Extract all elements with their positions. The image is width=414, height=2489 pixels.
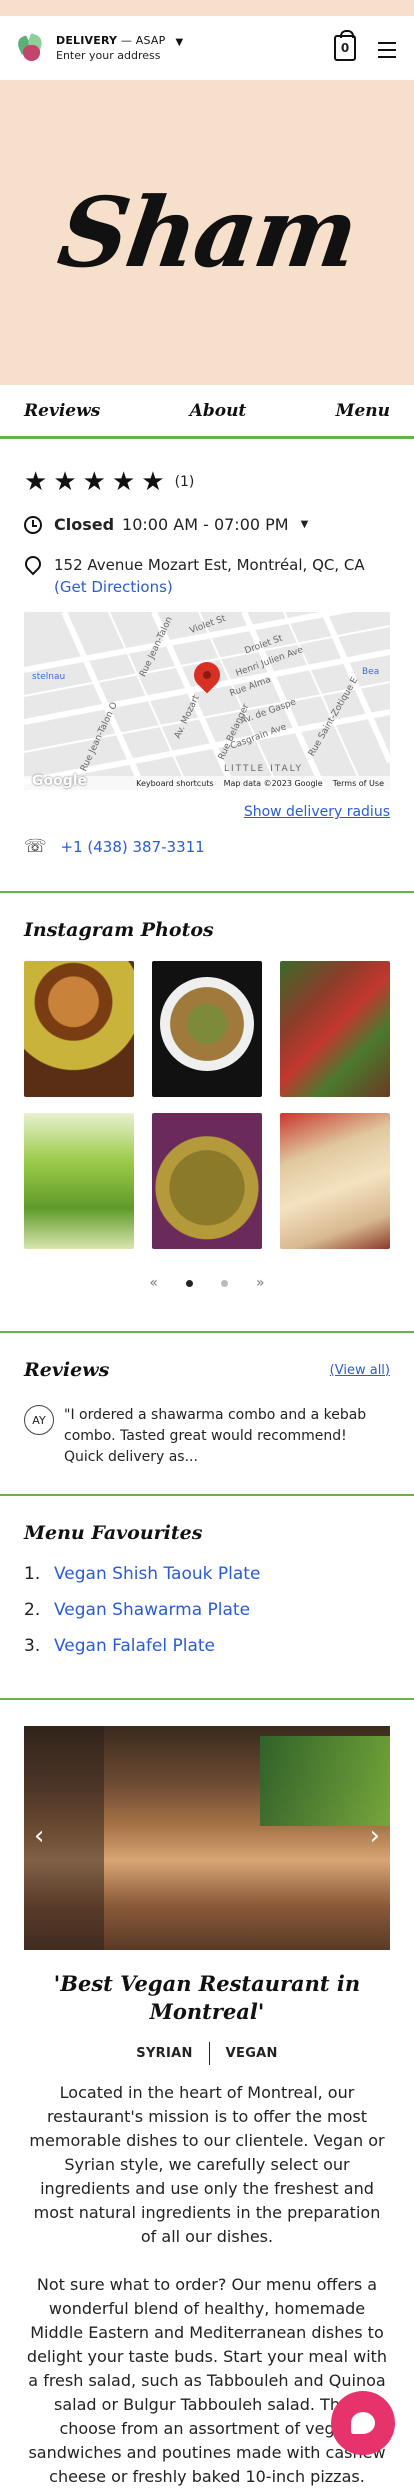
location-map[interactable]: stelnau Bea Rue Jean-Talon Av. Mozart Ru…: [24, 612, 390, 790]
kebab-photo[interactable]: [280, 961, 390, 1097]
favourite-link[interactable]: Vegan Shish Taouk Plate: [54, 1564, 260, 1584]
cuisine-tags: SYRIAN VEGAN: [0, 2042, 414, 2065]
star-icon: ★: [111, 467, 136, 497]
address: 152 Avenue Mozart Est, Montréal, QC, CA …: [24, 554, 390, 598]
avatar: AY: [24, 1405, 54, 1435]
map-label: stelnau: [32, 672, 66, 682]
reviews-title: Reviews: [24, 1359, 110, 1381]
review-text: "I ordered a shawarma combo and a kebab …: [64, 1407, 367, 1465]
menu-icon[interactable]: [378, 42, 396, 63]
google-logo: Google: [32, 773, 88, 789]
phone: ☏ +1 (438) 387-3311: [24, 836, 390, 857]
favourite-link[interactable]: Vegan Shawarma Plate: [54, 1600, 250, 1620]
tagine-photo[interactable]: [24, 961, 134, 1097]
info-section: ★ ★ ★ ★ ★ (1) Closed 10:00 AM - 07:00 PM…: [0, 469, 414, 857]
review-item[interactable]: AY "I ordered a shawarma combo and a keb…: [24, 1405, 390, 1468]
carousel-next-button[interactable]: »: [256, 1275, 265, 1291]
star-icon: ★: [24, 467, 48, 497]
instagram-title: Instagram Photos: [24, 919, 214, 941]
keyboard-shortcuts-link[interactable]: Keyboard shortcuts: [136, 779, 213, 788]
favourites-list: 1. Vegan Shish Taouk Plate 2. Vegan Shaw…: [24, 1564, 390, 1656]
carousel-dot[interactable]: [186, 1279, 193, 1287]
chevron-left-icon[interactable]: ‹: [34, 1821, 44, 1851]
brand-logo-icon[interactable]: [15, 33, 46, 63]
chevron-right-icon[interactable]: ›: [370, 1821, 380, 1851]
reviews-section: Reviews (View all) AY "I ordered a shawa…: [0, 1333, 414, 1468]
chevron-down-icon[interactable]: ▼: [301, 519, 309, 530]
chat-bubble-icon: [351, 2412, 375, 2434]
instagram-section: Instagram Photos « »: [0, 893, 414, 1291]
list-item: 1. Vegan Shish Taouk Plate: [24, 1564, 261, 1584]
carousel-controls: « »: [24, 1275, 390, 1291]
tab-about[interactable]: About: [190, 401, 247, 421]
clock-icon: [24, 515, 42, 534]
opening-hours[interactable]: Closed 10:00 AM - 07:00 PM ▼: [24, 515, 390, 534]
terms-link[interactable]: Terms of Use: [333, 779, 384, 788]
wrap-photo[interactable]: [280, 1113, 390, 1249]
star-icon: ★: [141, 467, 165, 497]
address-text: 152 Avenue Mozart Est, Montréal, QC, CA: [54, 556, 365, 574]
location-pin-icon: [24, 556, 40, 576]
map-label: Bea: [362, 667, 380, 677]
show-delivery-radius-link[interactable]: Show delivery radius: [24, 804, 390, 820]
favourite-link[interactable]: Vegan Falafel Plate: [54, 1636, 215, 1656]
chevron-down-icon[interactable]: ▼: [175, 37, 183, 48]
star-icon: ★: [82, 467, 106, 497]
favourites-title: Menu Favourites: [24, 1522, 203, 1544]
rating: ★ ★ ★ ★ ★ (1): [24, 469, 390, 495]
site-header: DELIVERY — ASAP Enter your address ▼ 0: [0, 16, 414, 80]
map-streets: [24, 612, 390, 790]
view-all-reviews-link[interactable]: (View all): [330, 1363, 390, 1378]
plate-photo[interactable]: [152, 961, 262, 1097]
delivery-address[interactable]: Enter your address: [56, 49, 165, 62]
hero-banner: Sham: [0, 80, 414, 385]
top-strip: [0, 0, 414, 16]
tagline: 'Best Vegan Restaurant in Montreal': [53, 1971, 361, 2024]
section-divider: [0, 1698, 414, 1700]
list-item: 2. Vegan Shawarma Plate: [24, 1600, 251, 1620]
instagram-grid: [24, 961, 390, 1249]
cart-icon[interactable]: 0: [334, 30, 356, 61]
hero-logo: Sham: [51, 176, 363, 289]
open-status: Closed: [54, 515, 115, 534]
lemonade-photo[interactable]: [24, 1113, 134, 1249]
carousel-dot[interactable]: [221, 1279, 228, 1287]
list-item: 3. Vegan Falafel Plate: [24, 1636, 216, 1656]
falafel-tray-photo[interactable]: [152, 1113, 262, 1249]
menu-favourites-section: Menu Favourites 1. Vegan Shish Taouk Pla…: [0, 1496, 414, 1698]
carousel-prev-button[interactable]: «: [149, 1275, 158, 1291]
tab-menu[interactable]: Menu: [336, 401, 390, 421]
phone-icon: ☏: [24, 836, 47, 857]
cuisine-tag: SYRIAN: [120, 2042, 210, 2065]
chat-button[interactable]: [331, 2391, 395, 2455]
phone-link[interactable]: +1 (438) 387-3311: [61, 838, 205, 856]
star-icon: ★: [53, 467, 77, 497]
cart-count: 0: [340, 41, 350, 55]
tab-reviews[interactable]: Reviews: [24, 401, 100, 421]
about-paragraph: Not sure what to order? Our menu offers …: [26, 2275, 388, 2486]
cuisine-tag: VEGAN: [225, 2046, 278, 2061]
section-tabs: Reviews About Menu: [0, 385, 414, 439]
rating-count: (1): [174, 474, 195, 490]
get-directions-link[interactable]: (Get Directions): [54, 576, 365, 598]
restaurant-photo[interactable]: ‹ ›: [24, 1726, 390, 1950]
about-section: ‹ › 'Best Vegan Restaurant in Montreal' …: [0, 1726, 414, 2489]
map-label: LITTLE ITALY: [224, 764, 303, 774]
about-paragraph: Located in the heart of Montreal, our re…: [29, 2083, 385, 2246]
map-data-credit: Map data ©2023 Google: [223, 778, 323, 788]
delivery-mode: DELIVERY — ASAP: [56, 34, 166, 47]
hours-range: 10:00 AM - 07:00 PM: [122, 515, 289, 534]
delivery-selector[interactable]: DELIVERY — ASAP Enter your address: [56, 34, 165, 62]
